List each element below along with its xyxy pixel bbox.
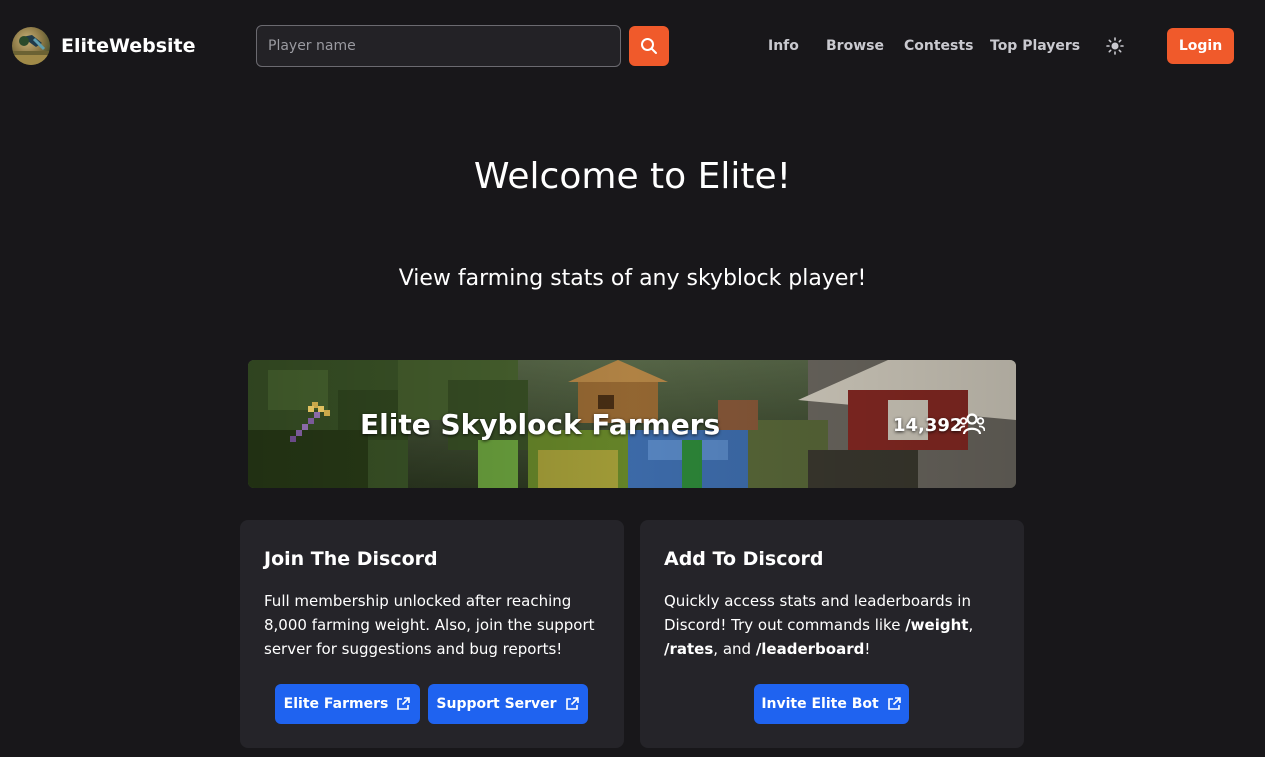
card-title: Add To Discord [664,548,824,570]
invite-elite-bot-label: Invite Elite Bot [761,696,879,712]
invite-elite-bot-button[interactable]: Invite Elite Bot [754,684,909,724]
member-count: 14,392 [893,415,963,436]
navbar: EliteWebsite Info Browse Contests Top Pl… [0,0,1265,92]
elite-farmers-button[interactable]: Elite Farmers [275,684,420,724]
card-description: Full membership unlocked after reaching … [264,592,595,658]
search-input[interactable] [256,25,621,67]
nav-link-info[interactable]: Info [768,38,799,54]
sun-icon [1106,37,1124,55]
external-link-icon [887,697,901,710]
search-icon [641,38,657,54]
users-icon [959,413,985,435]
logo [12,27,50,65]
nav-link-top-players[interactable]: Top Players [990,38,1080,54]
support-server-button[interactable]: Support Server [428,684,588,724]
page-subtitle: View farming stats of any skyblock playe… [398,266,867,291]
card-description: Quickly access stats and leaderboards in… [664,592,974,658]
external-link-icon [397,697,411,710]
theme-toggle[interactable] [1106,37,1124,55]
nav-link-browse[interactable]: Browse [826,38,884,54]
support-server-label: Support Server [436,696,557,712]
brand[interactable]: EliteWebsite [12,27,196,65]
command-leaderboard: /leaderboard [755,640,865,658]
login-button[interactable]: Login [1167,28,1234,64]
join-discord-card: Join The Discord Full membership unlocke… [240,520,624,748]
pickaxe-icon [290,402,330,442]
nav-link-contests[interactable]: Contests [904,38,973,54]
discord-server-banner[interactable]: Elite Skyblock Farmers 14,392 [248,360,1016,488]
command-weight: /weight [905,616,969,634]
page-title: Welcome to Elite! [473,156,792,197]
command-rates: /rates [664,640,714,658]
brand-name: EliteWebsite [61,35,196,57]
card-title: Join The Discord [264,548,438,570]
add-to-discord-card: Add To Discord Quickly access stats and … [640,520,1024,748]
elite-farmers-label: Elite Farmers [283,696,389,712]
external-link-icon [565,697,579,710]
search-button[interactable] [629,26,669,66]
banner-title: Elite Skyblock Farmers [360,408,721,441]
